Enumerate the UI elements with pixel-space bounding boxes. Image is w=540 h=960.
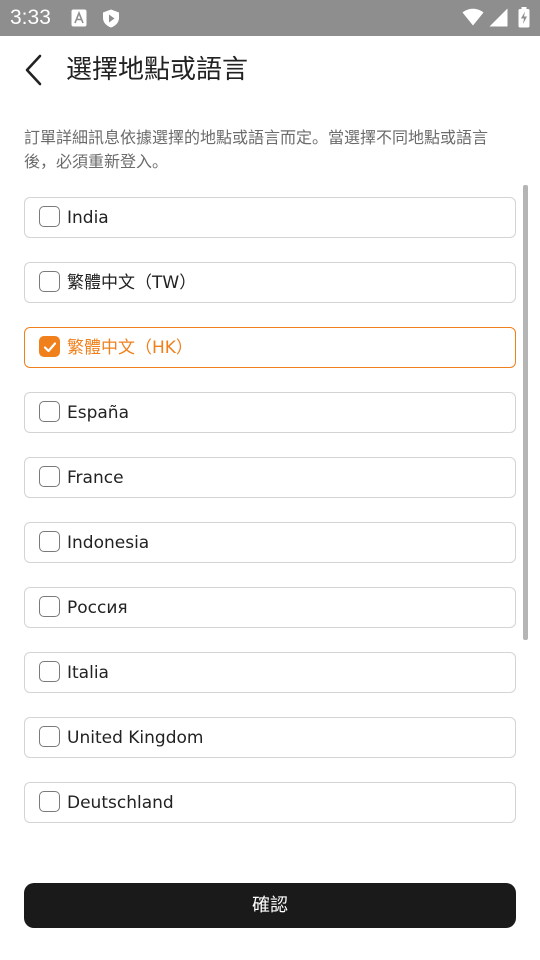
status-time: 3:33 — [10, 6, 51, 29]
checkbox-unchecked[interactable] — [39, 271, 60, 292]
checkbox-unchecked[interactable] — [39, 661, 60, 682]
language-option-label: United Kingdom — [67, 728, 204, 748]
language-option-label: 繁體中文（HK） — [67, 338, 193, 358]
page-title: 選擇地點或語言 — [66, 55, 249, 85]
language-option[interactable]: Italia — [24, 652, 516, 693]
language-option-list: India 繁體中文（TW） 繁體中文（HK） España France Indones… — [24, 197, 516, 837]
chevron-left-icon — [25, 54, 42, 86]
language-option[interactable]: Indonesia — [24, 522, 516, 563]
status-bar: 3:33 — [0, 0, 540, 36]
language-option[interactable]: España — [24, 392, 516, 433]
language-option[interactable]: France — [24, 457, 516, 498]
language-option-label: India — [67, 208, 109, 228]
checkbox-unchecked[interactable] — [39, 466, 60, 487]
language-select-screen: 3:33 選擇地點或語言 訂單詳細訊息依據選擇的地點或語言而定。當選擇不同地點或… — [0, 0, 540, 960]
language-option[interactable]: 繁體中文（HK） — [24, 327, 516, 368]
language-option-label: Россия — [67, 598, 128, 618]
language-option-label: France — [67, 468, 124, 488]
language-option[interactable]: India — [24, 197, 516, 238]
checkbox-unchecked[interactable] — [39, 206, 60, 227]
checkbox-unchecked[interactable] — [39, 791, 60, 812]
confirm-button[interactable]: 確認 — [24, 883, 516, 928]
cellular-signal-icon — [489, 8, 508, 27]
checkbox-checked[interactable] — [39, 336, 60, 357]
checkbox-unchecked[interactable] — [39, 596, 60, 617]
battery-charging-icon — [518, 7, 530, 28]
language-option-label: 繁體中文（TW） — [67, 273, 197, 293]
scrollbar-thumb[interactable] — [523, 185, 528, 640]
checkbox-unchecked[interactable] — [39, 531, 60, 552]
language-option-label: España — [67, 403, 129, 423]
checkbox-unchecked[interactable] — [39, 726, 60, 747]
wifi-icon — [462, 8, 484, 26]
shield-icon — [103, 9, 119, 28]
description-text: 訂單詳細訊息依據選擇的地點或語言而定。當選擇不同地點或語言後，必須重新登入。 — [24, 128, 489, 171]
language-option-label: Italia — [67, 663, 109, 683]
checkbox-unchecked[interactable] — [39, 401, 60, 422]
language-option-label: Indonesia — [67, 533, 150, 553]
language-option[interactable]: Россия — [24, 587, 516, 628]
header: 選擇地點或語言 — [0, 36, 540, 106]
font-icon — [71, 9, 87, 27]
language-option-label: Deutschland — [67, 793, 174, 813]
checkmark-icon — [43, 342, 57, 353]
language-option[interactable]: 繁體中文（TW） — [24, 262, 516, 303]
back-button[interactable] — [14, 50, 54, 90]
language-option[interactable]: United Kingdom — [24, 717, 516, 758]
language-option[interactable]: Deutschland — [24, 782, 516, 823]
